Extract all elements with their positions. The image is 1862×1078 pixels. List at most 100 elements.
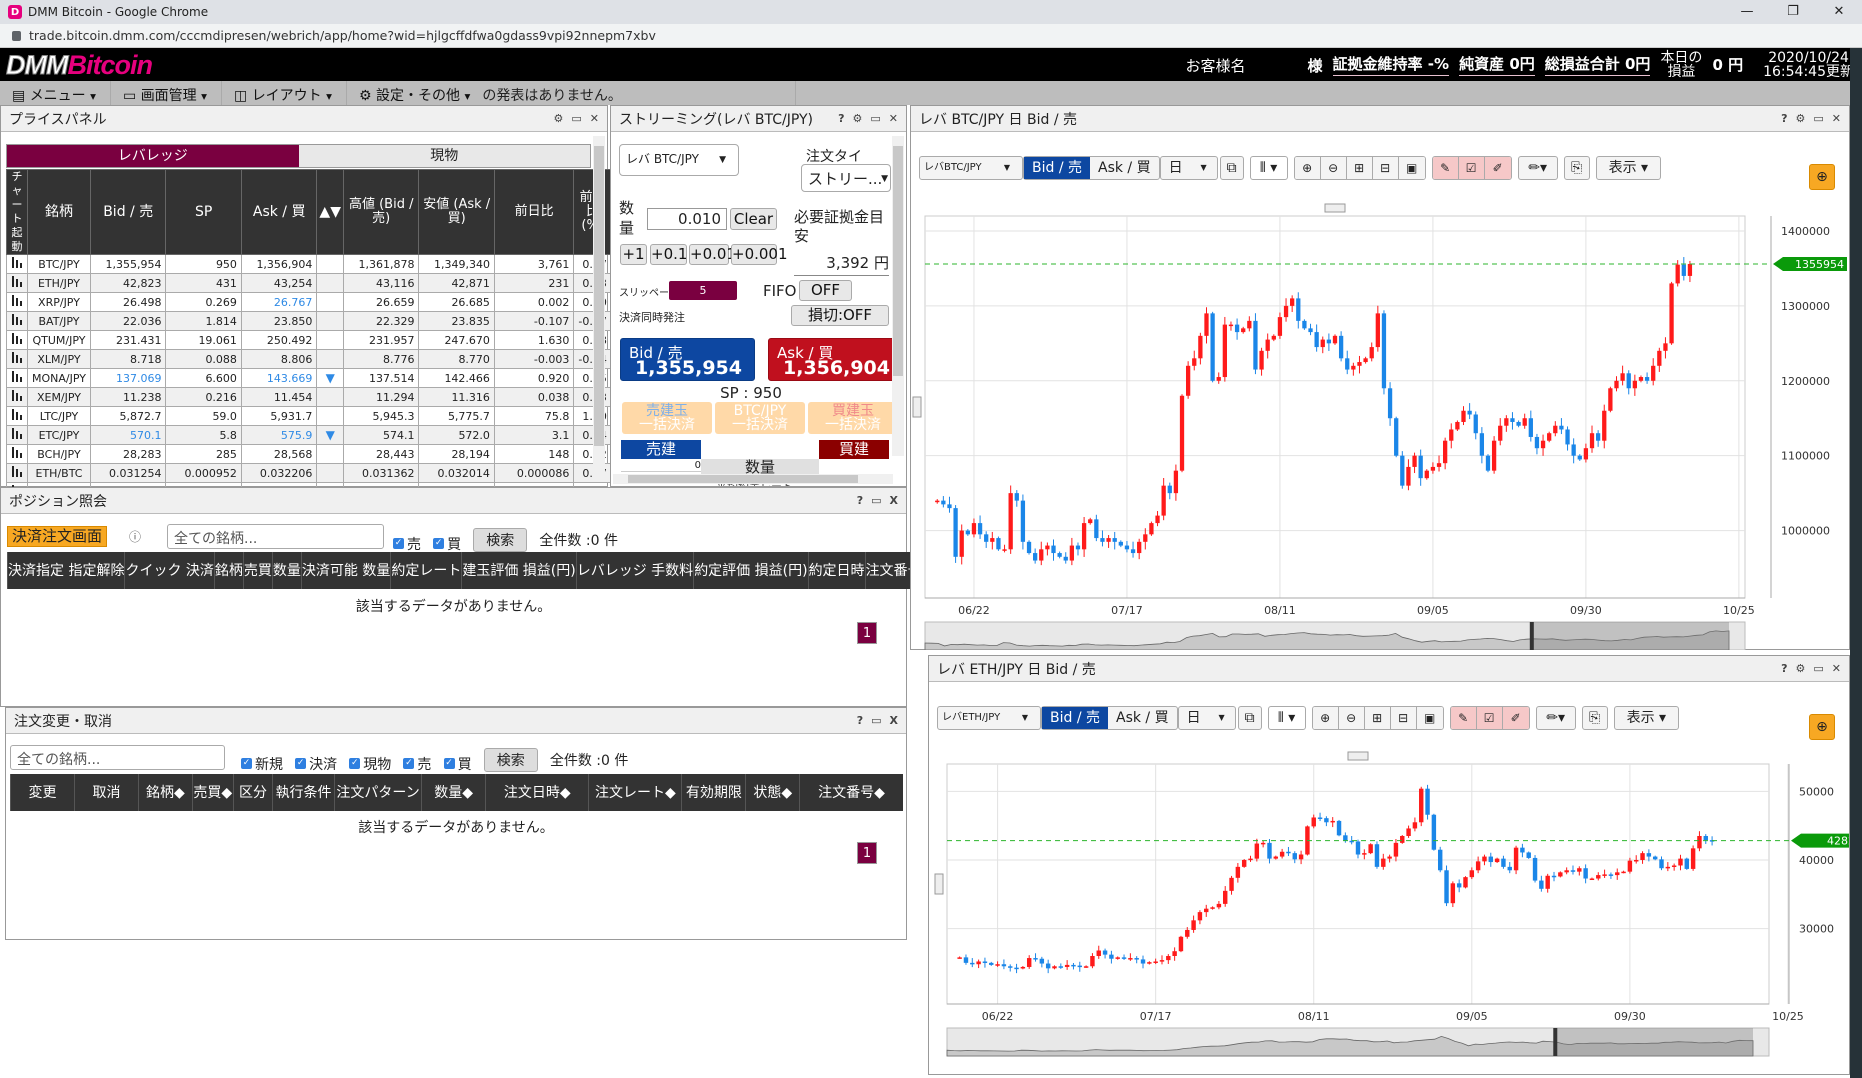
bid-toggle[interactable]: Bid / 売 — [1024, 157, 1090, 179]
price-row[interactable]: LTC/JPY 5,872.7 59.0 5,931.7 5,945.3 5,775.7 7… — [6, 406, 612, 426]
close-icon[interactable]: ✕ — [1832, 662, 1841, 675]
position-col-2[interactable]: 銘柄 — [213, 552, 244, 589]
restore-button[interactable]: ❐ — [1770, 0, 1816, 24]
bulk-settle-symbol-button[interactable]: BTC/JPY 一括決済 — [715, 402, 805, 434]
menu-settings[interactable]: ⚙ 設定・その他 ▾ — [347, 81, 484, 105]
close-icon[interactable]: X — [890, 714, 898, 727]
popout-icon[interactable]: ▭ — [870, 112, 880, 125]
cell-ask[interactable]: 250.492 — [240, 330, 318, 350]
position-search-button[interactable]: 検索 — [473, 528, 528, 552]
gear-icon[interactable]: ⚙ — [1796, 112, 1806, 125]
streaming-hscrollbar[interactable] — [613, 474, 893, 484]
pen-icon[interactable]: ✏▾ — [1517, 156, 1558, 180]
compare-icon[interactable]: ⧉ — [1219, 156, 1244, 180]
add-drawing-icon[interactable]: ✎ — [1432, 157, 1459, 179]
price-row[interactable]: MONA/JPY 137.069 6.600 143.669 ▼ 137.514 142.4… — [6, 368, 612, 388]
dmm-bitcoin-logo[interactable]: DMMBitcoin — [5, 50, 152, 81]
order-symbol-search[interactable]: 全ての銘柄... — [10, 745, 225, 770]
cell-ask[interactable]: 43,254 — [240, 273, 318, 293]
close-window-button[interactable]: ✕ — [1816, 0, 1862, 24]
chart-launch-icon[interactable] — [6, 273, 28, 293]
increment-0.01-button[interactable]: +0.01 — [689, 244, 736, 265]
clear-button[interactable]: Clear — [730, 208, 777, 230]
delete-drawing-icon[interactable]: ✐ — [1484, 157, 1511, 179]
fit-icon[interactable]: ⊞ — [1364, 707, 1391, 729]
cell-bid[interactable]: 11.238 — [89, 387, 167, 407]
order-search-button[interactable]: 検索 — [483, 748, 538, 772]
cell-bid[interactable]: 5,872.7 — [89, 406, 167, 426]
zoom-out-icon[interactable]: ⊖ — [1320, 157, 1347, 179]
bulk-settle-buy-button[interactable]: 買建玉 一括決済 — [808, 402, 898, 434]
filter-settle-checkbox[interactable]: ✓ 決済 — [295, 754, 337, 774]
popout-icon[interactable]: ▭ — [1813, 112, 1823, 125]
gear-icon[interactable]: ⚙ — [853, 112, 863, 125]
price-col-5[interactable]: ▲▼ — [316, 169, 344, 255]
increment-0.1-button[interactable]: +0.1 — [650, 244, 687, 265]
menu-screen-management[interactable]: ▭ 画面管理 ▾ — [111, 81, 222, 105]
total-pl-link[interactable]: 総損益合計 0円 — [1544, 53, 1651, 76]
filter-buy-checkbox[interactable]: ✓ 買 — [443, 754, 472, 774]
chart-launch-icon[interactable] — [6, 444, 28, 464]
order-col-2[interactable]: 銘柄◆ — [138, 774, 193, 811]
order-type-select[interactable]: ストリー... ▼ — [801, 164, 891, 192]
order-col-3[interactable]: 売買◆ — [191, 774, 234, 811]
quantity-input[interactable]: 0.010 — [647, 208, 727, 230]
bid-sell-button[interactable]: Bid / 売 1,355,954 — [620, 338, 755, 381]
side-expand-handle[interactable] — [912, 396, 922, 418]
expand-icon[interactable]: ⊟ — [1372, 157, 1399, 179]
filter-buy-checkbox[interactable]: ✓ 買 — [433, 534, 461, 554]
chart-symbol-select[interactable]: レバBTC/JPY ▼ — [919, 156, 1023, 180]
help-icon[interactable]: ? — [1781, 112, 1787, 125]
crosshair-icon[interactable]: ⊕ — [1809, 714, 1835, 740]
bid-toggle[interactable]: Bid / 売 — [1042, 707, 1108, 729]
position-col-1[interactable]: クイック 決済 — [124, 552, 215, 589]
cell-ask[interactable]: 143.669 — [240, 368, 318, 388]
cell-ask[interactable]: 5,931.7 — [240, 406, 318, 426]
cell-bid[interactable]: 26.498 — [89, 292, 167, 312]
display-menu[interactable]: 表示 ▾ — [1613, 706, 1680, 730]
collapse-handle[interactable] — [1347, 751, 1369, 761]
expand-icon[interactable]: ⊟ — [1390, 707, 1417, 729]
stoploss-toggle[interactable]: 損切:OFF — [791, 305, 889, 326]
chart-launch-icon[interactable] — [6, 463, 28, 483]
chart-launch-icon[interactable] — [6, 387, 28, 407]
chart-symbol-select[interactable]: レバETH/JPY ▼ — [937, 706, 1041, 730]
price-row[interactable]: BTC/JPY 1,355,954 950 1,356,904 1,361,878 1,3… — [6, 254, 612, 274]
cell-ask[interactable]: 23.850 — [240, 311, 318, 331]
add-drawing-icon[interactable]: ✎ — [1450, 707, 1477, 729]
price-row[interactable]: ETH/BTC 0.031254 0.000952 0.032206 0.031362 0… — [6, 463, 612, 483]
compare-icon[interactable]: ⧉ — [1237, 706, 1262, 730]
filter-spot-checkbox[interactable]: ✓ 現物 — [349, 754, 391, 774]
cell-bid[interactable]: 1,355,954 — [89, 254, 167, 274]
net-assets-link[interactable]: 純資産 0円 — [1459, 53, 1535, 76]
price-row[interactable]: QTUM/JPY 231.431 19.061 250.492 231.957 247.6… — [6, 330, 612, 350]
price-row[interactable]: ETC/JPY570.15.8575.9▼574.1572.03.10.54 — [6, 425, 612, 445]
cell-ask[interactable]: 11.454 — [240, 387, 318, 407]
candle-type-icon[interactable]: ⫴ ▾ — [1267, 706, 1306, 730]
cell-bid[interactable]: 8.718 — [89, 349, 167, 369]
order-col-12[interactable]: 注文番号◆ — [799, 774, 903, 811]
help-icon[interactable]: ? — [1781, 662, 1787, 675]
order-col-9[interactable]: 注文レート◆ — [588, 774, 682, 811]
settle-order-screen-button[interactable]: 決済注文画面 — [7, 526, 108, 547]
streaming-scrollbar[interactable] — [892, 136, 904, 456]
price-row[interactable]: BCH/JPY28,28328528,56828,44328,1941480.5… — [6, 444, 612, 464]
gear-icon[interactable]: ⚙ — [1796, 662, 1806, 675]
chart-launch-icon[interactable] — [6, 425, 28, 445]
filter-sell-checkbox[interactable]: ✓ 売 — [393, 534, 421, 554]
cell-bid[interactable]: 0.031254 — [89, 463, 167, 483]
navigator-selection[interactable] — [1531, 622, 1729, 650]
chart-launch-icon[interactable] — [6, 254, 28, 274]
position-col-8[interactable]: レバレッジ 手数料 — [575, 552, 694, 589]
btc-chart[interactable]: 1000000 1100000 1200000 1300000 1400000 06/22… — [911, 196, 1849, 650]
cell-ask[interactable]: 8.806 — [240, 349, 318, 369]
cell-bid[interactable]: 137.069 — [89, 368, 167, 388]
save-icon[interactable]: ⎘ — [1563, 156, 1590, 180]
chart-launch-icon[interactable] — [6, 406, 28, 426]
url-text[interactable]: trade.bitcoin.dmm.com/cccmdipresen/webri… — [29, 28, 656, 43]
menu-main[interactable]: ▤ メニュー ▾ — [0, 81, 111, 105]
zoom-in-icon[interactable]: ⊕ — [1294, 157, 1321, 179]
symbol-select[interactable]: レバ BTC/JPY ▼ — [619, 144, 739, 176]
price-row[interactable]: XEM/JPY 11.238 0.216 11.454 11.294 11.316 0.03… — [6, 387, 612, 407]
position-col-3[interactable]: 売買 — [242, 552, 273, 589]
